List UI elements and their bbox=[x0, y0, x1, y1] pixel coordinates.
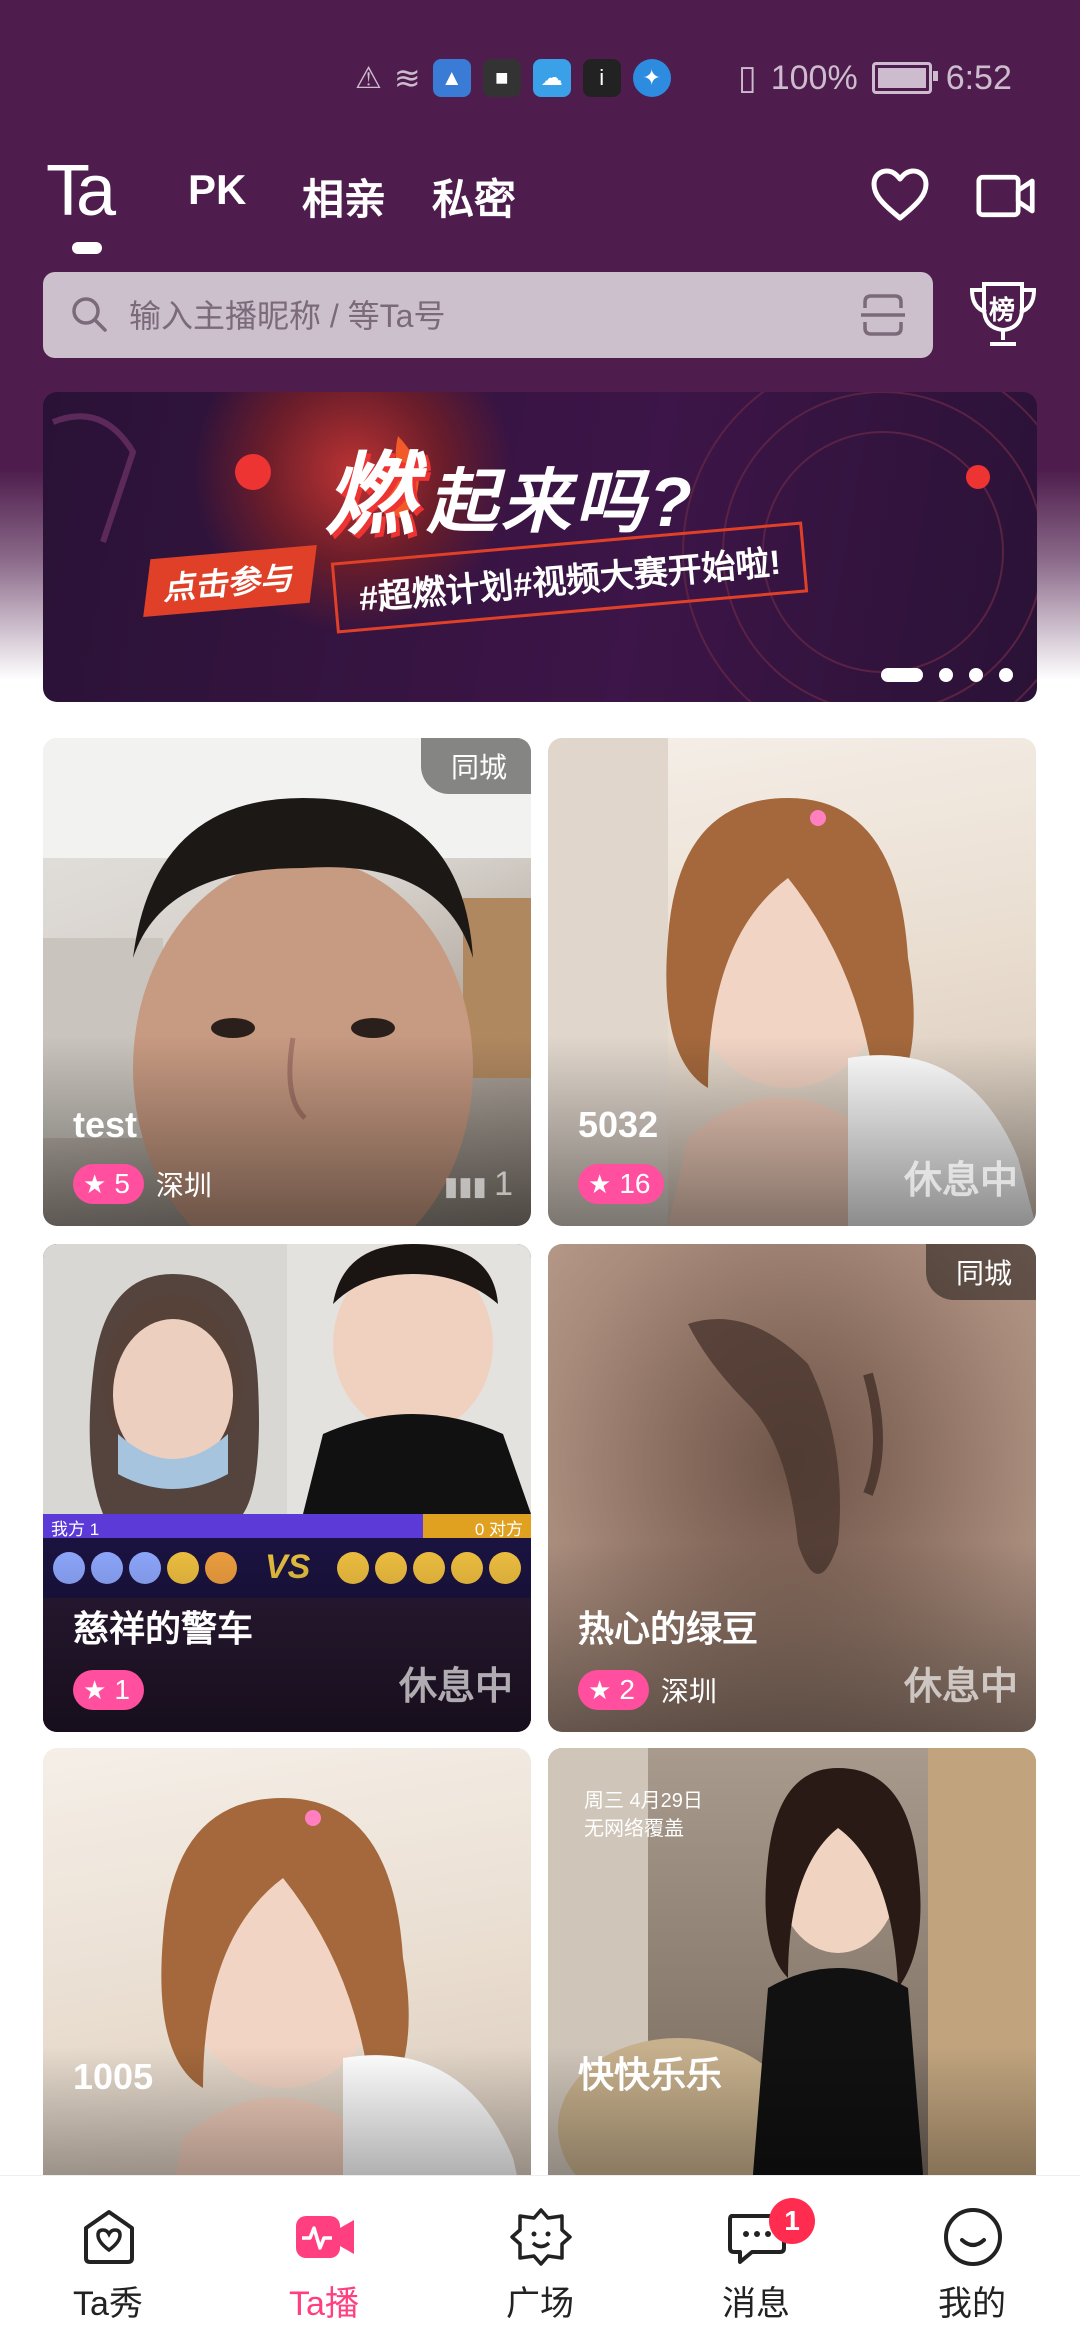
status-bar: ⚠ ≋ ▲ ■ ☁ i ✦ ▯ 100% 6:52 bbox=[0, 52, 1080, 104]
pk-our-score: 我方 1 bbox=[51, 1520, 100, 1539]
battery-fill bbox=[877, 68, 926, 88]
tab-label: 我的 bbox=[938, 2285, 1006, 2323]
network-overlay: 无网络覆盖 bbox=[584, 1818, 684, 1840]
video-camera-icon[interactable] bbox=[976, 166, 1036, 226]
scan-icon[interactable] bbox=[859, 292, 907, 338]
live-card[interactable]: 1005 bbox=[43, 1748, 531, 2236]
anchor-name: 快快乐乐 bbox=[578, 2054, 723, 2095]
star-icon: ★ bbox=[83, 1168, 107, 1199]
clock: 6:52 bbox=[945, 58, 1012, 97]
anchor-name: 5032 bbox=[578, 1104, 659, 1145]
city-label: 深圳 bbox=[660, 1676, 717, 1707]
tab-ta-live[interactable]: Ta播 bbox=[216, 2176, 432, 2341]
live-card[interactable]: 同城 热心的绿豆 ★ 2 深圳 休息中 bbox=[548, 1244, 1036, 1732]
banner-page-dot bbox=[999, 668, 1013, 682]
banner-headline: 燃起来吗? bbox=[325, 422, 696, 552]
same-city-tag: 同城 bbox=[925, 1244, 1036, 1300]
viewer-count-value: 1 bbox=[494, 1165, 513, 1203]
info-icon: i bbox=[582, 59, 621, 97]
tab-label: 广场 bbox=[506, 2285, 574, 2323]
anchor-name: 热心的绿豆 bbox=[578, 1608, 759, 1649]
promo-banner[interactable]: 燃起来吗? 点击参与 #超燃计划#视频大赛开始啦! bbox=[43, 392, 1037, 702]
smiley-profile-icon bbox=[944, 2208, 1002, 2266]
search-icon bbox=[72, 297, 107, 332]
active-tab-indicator bbox=[72, 242, 102, 254]
same-city-tag: 同城 bbox=[420, 738, 531, 794]
app-notification-icon: ■ bbox=[482, 59, 521, 97]
level-value: 1 bbox=[114, 1674, 130, 1705]
anchor-name: 1005 bbox=[73, 2056, 154, 2097]
heart-house-icon bbox=[84, 2210, 134, 2264]
cloud-icon: ☁ bbox=[532, 59, 571, 97]
app-logo-tab[interactable]: Ta bbox=[46, 150, 116, 232]
heart-icon[interactable] bbox=[870, 166, 930, 226]
banner-page-dot bbox=[881, 668, 923, 682]
live-card[interactable]: 5032 ★ 16 休息中 bbox=[548, 738, 1036, 1226]
tab-label: Ta播 bbox=[289, 2285, 359, 2323]
browser-icon: ✦ bbox=[632, 59, 671, 97]
city-label: 深圳 bbox=[155, 1170, 212, 1201]
star-icon: ★ bbox=[83, 1674, 107, 1705]
bottom-tab-bar: Ta秀 Ta播 广场 1 消息 我的 bbox=[0, 2175, 1080, 2341]
tab-ta-show[interactable]: Ta秀 bbox=[0, 2176, 216, 2341]
date-overlay: 周三 4月29日 bbox=[584, 1790, 703, 1812]
wifi-icon: ≋ bbox=[393, 60, 421, 96]
level-value: 2 bbox=[619, 1674, 635, 1705]
banner-title-main: 燃 bbox=[325, 446, 419, 546]
resting-status: 休息中 bbox=[398, 1666, 513, 1708]
search-input[interactable] bbox=[127, 272, 831, 360]
ranking-trophy-button[interactable]: 榜 bbox=[966, 278, 1040, 352]
tab-private[interactable]: 私密 bbox=[432, 166, 516, 227]
level-value: 16 bbox=[619, 1168, 651, 1199]
battery-icon bbox=[871, 62, 938, 94]
banner-page-dot bbox=[939, 668, 953, 682]
alert-icon: ⚠ bbox=[355, 61, 382, 95]
top-nav: Ta PK 相亲 私密 bbox=[0, 150, 1080, 260]
star-icon: ★ bbox=[588, 1168, 612, 1199]
tab-label: Ta秀 bbox=[73, 2285, 143, 2323]
tab-label: 消息 bbox=[722, 2285, 790, 2323]
app-notification-icon: ▲ bbox=[432, 59, 471, 97]
smile-bubble-icon bbox=[510, 2208, 572, 2266]
tab-square[interactable]: 广场 bbox=[432, 2176, 648, 2341]
tab-me[interactable]: 我的 bbox=[864, 2176, 1080, 2341]
banner-page-indicator bbox=[881, 668, 1013, 682]
live-card[interactable]: 同城 test ★ 5 深圳 ▮▮▮ 1 bbox=[43, 738, 531, 1226]
level-badge: ★ 1 bbox=[73, 1670, 144, 1710]
pk-opponent-score: 0 对方 bbox=[474, 1520, 523, 1539]
tab-messages[interactable]: 1 消息 bbox=[648, 2176, 864, 2341]
tab-blind-date[interactable]: 相亲 bbox=[302, 166, 386, 227]
resting-status: 休息中 bbox=[903, 1666, 1018, 1708]
status-icons: ⚠ ≋ ▲ ■ ☁ i ✦ bbox=[355, 52, 671, 104]
resting-status: 休息中 bbox=[903, 1160, 1018, 1202]
level-badge: ★ 2 bbox=[578, 1670, 649, 1710]
anchor-name: 慈祥的警车 bbox=[73, 1608, 254, 1649]
battery-percent: 100% bbox=[770, 58, 858, 97]
viewer-count: ▮▮▮ 1 bbox=[444, 1165, 513, 1204]
signal-bars-icon: ▮▮▮ bbox=[443, 1171, 495, 1201]
level-badge: ★ 16 bbox=[578, 1164, 665, 1204]
level-value: 5 bbox=[114, 1168, 130, 1199]
star-icon: ★ bbox=[588, 1674, 612, 1705]
live-video-icon bbox=[296, 2216, 354, 2258]
live-card[interactable]: 周三 4月29日 无网络覆盖 快快乐乐 bbox=[548, 1748, 1036, 2236]
level-badge: ★ 5 bbox=[73, 1164, 144, 1204]
banner-page-dot bbox=[969, 668, 983, 682]
banner-title-suffix: 起来吗? bbox=[427, 463, 696, 541]
anchor-name: test bbox=[73, 1104, 138, 1145]
trophy-label: 榜 bbox=[989, 295, 1016, 325]
search-bar[interactable] bbox=[43, 272, 933, 360]
vibrate-icon: ▯ bbox=[738, 59, 757, 97]
live-card[interactable]: 我方 1 0 对方 VS 慈祥的警车 ★1 休息中 bbox=[43, 1244, 531, 1732]
tab-pk[interactable]: PK bbox=[188, 166, 246, 214]
unread-badge: 1 bbox=[769, 2198, 815, 2244]
